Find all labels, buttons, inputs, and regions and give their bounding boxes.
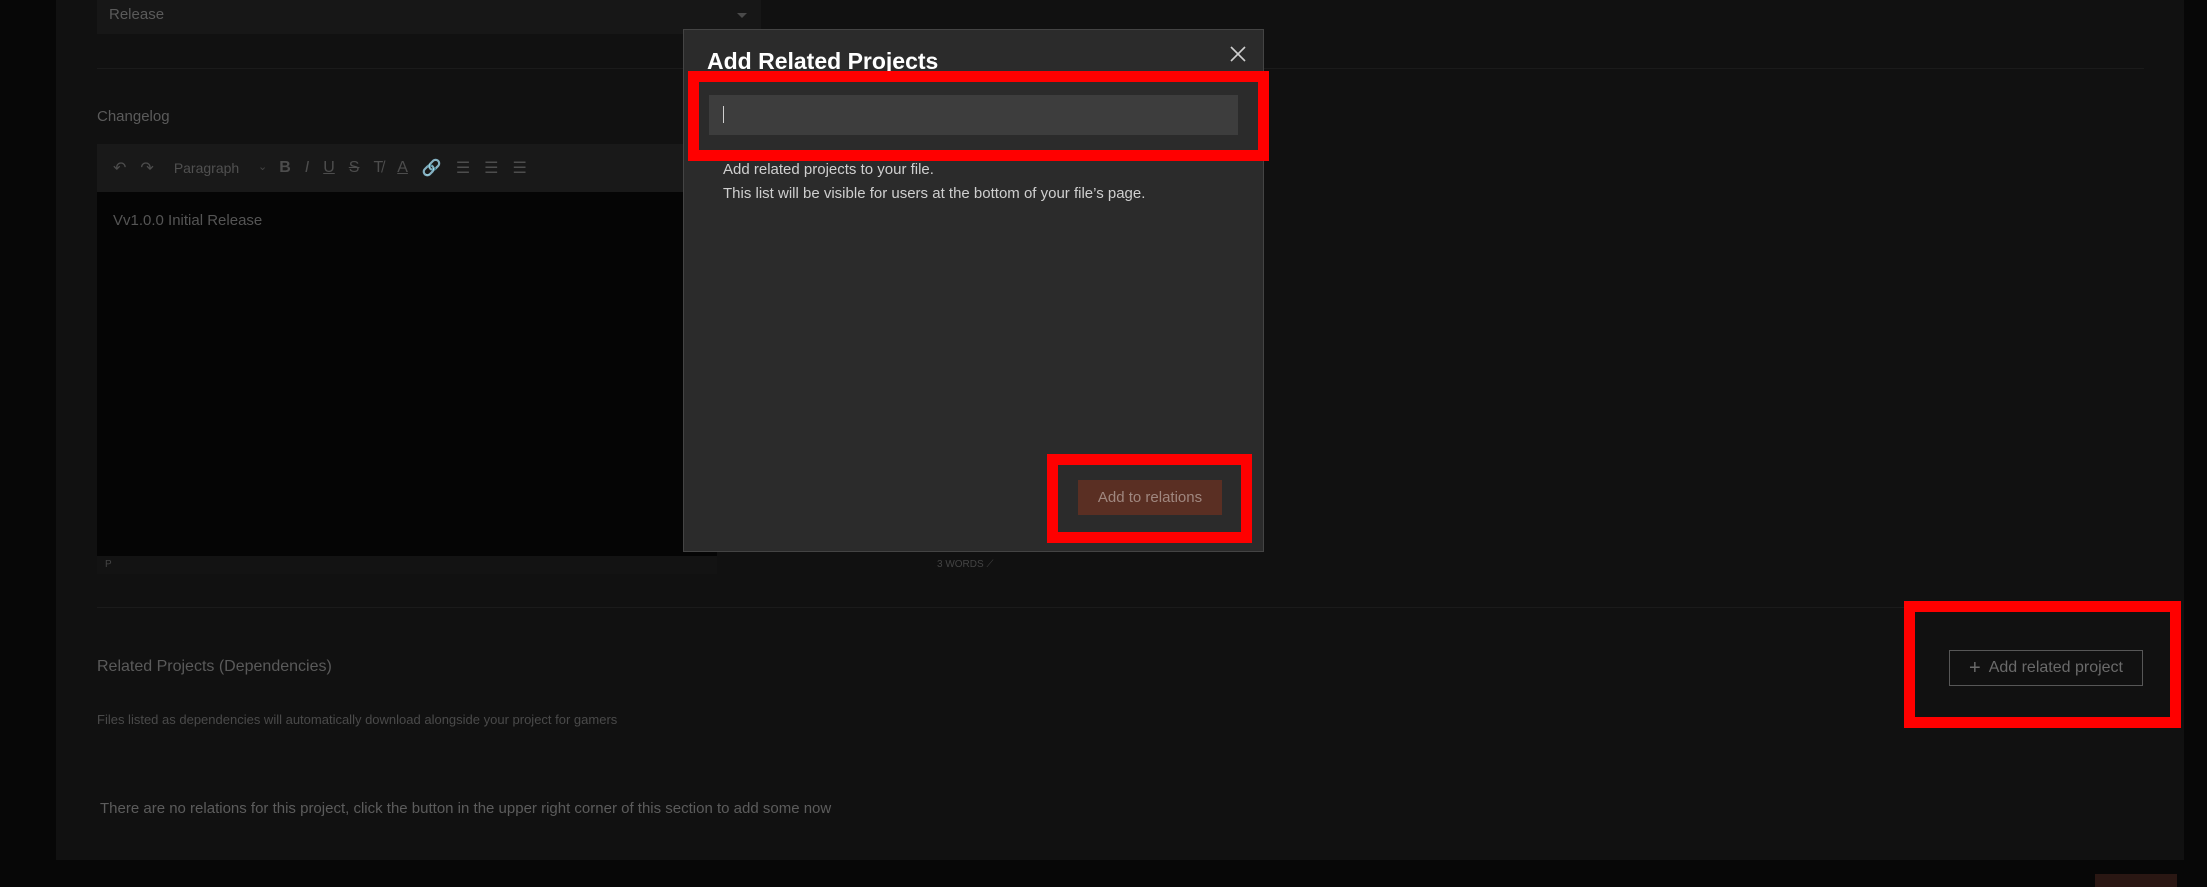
changelog-editor[interactable]: Vv1.0.0 Initial Release	[97, 192, 717, 556]
italic-icon[interactable]: I	[305, 159, 309, 177]
release-type-value: Release	[109, 6, 165, 23]
word-count: 3 WORDS ⟋	[937, 559, 994, 570]
save-button[interactable]	[2095, 874, 2177, 887]
link-icon[interactable]: 🔗	[422, 158, 442, 178]
highlight-box	[1047, 454, 1252, 543]
text-color-icon[interactable]: A	[397, 159, 408, 177]
release-type-select[interactable]: Release	[97, 0, 761, 34]
align-right-icon[interactable]: ☰	[513, 158, 527, 178]
align-left-icon[interactable]: ☰	[456, 158, 470, 178]
element-path: P	[105, 559, 112, 570]
divider	[97, 607, 2144, 608]
block-format-value: Paragraph	[173, 160, 240, 176]
modal-help-text: Add related projects to your file. This …	[723, 158, 1145, 206]
strikethrough-icon[interactable]: S	[349, 159, 360, 177]
highlight-box	[688, 71, 1269, 161]
redo-icon[interactable]: ↷	[140, 158, 153, 178]
highlight-box	[1904, 601, 2181, 728]
chevron-down-icon: ⌄	[257, 161, 268, 173]
align-center-icon[interactable]: ☰	[484, 158, 498, 178]
related-projects-subtitle: Files listed as dependencies will automa…	[97, 712, 618, 727]
resize-handle-icon[interactable]: ⟋	[986, 559, 993, 570]
editor-statusbar: P 3 WORDS ⟋	[97, 556, 993, 574]
help-line: Add related projects to your file.	[723, 161, 934, 178]
close-icon[interactable]	[1228, 44, 1248, 64]
related-projects-title: Related Projects (Dependencies)	[97, 658, 332, 675]
help-line: This list will be visible for users at t…	[723, 185, 1146, 202]
editor-toolbar: ↶ ↷ Paragraph ⌄ B I U S T̸ A 🔗 ☰ ☰ ☰	[97, 144, 717, 192]
underline-icon[interactable]: U	[323, 159, 335, 177]
bold-icon[interactable]: B	[279, 159, 291, 177]
clear-format-icon[interactable]: T̸	[373, 159, 383, 177]
editor-content: Vv1.0.0 Initial Release	[113, 212, 263, 229]
changelog-label: Changelog	[97, 108, 170, 125]
chevron-down-icon	[737, 13, 747, 18]
block-format-select[interactable]: Paragraph ⌄	[173, 160, 267, 176]
empty-relations-message: There are no relations for this project,…	[100, 800, 832, 817]
undo-icon[interactable]: ↶	[113, 158, 126, 178]
